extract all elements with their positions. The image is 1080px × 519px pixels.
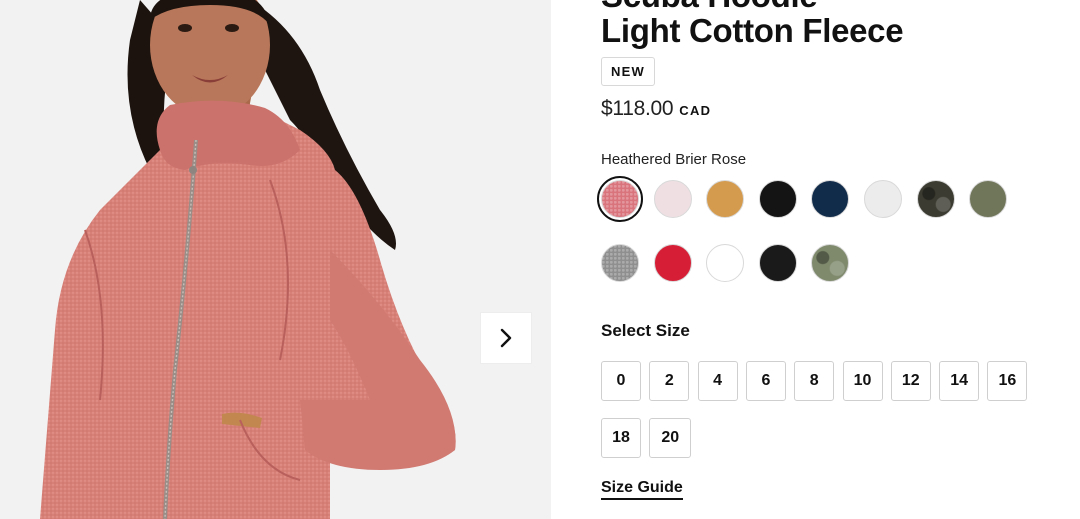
color-swatch-dark-camo[interactable]	[916, 180, 955, 218]
size-option-0[interactable]: 0	[601, 361, 641, 401]
color-swatch-light-pink[interactable]	[653, 180, 692, 218]
chevron-right-icon	[500, 328, 512, 348]
select-size-label: Select Size	[601, 321, 690, 340]
size-option-14[interactable]: 14	[939, 361, 980, 401]
color-swatch-red[interactable]	[653, 244, 692, 282]
product-title: Scuba Hoodie Light Cotton Fleece	[601, 0, 904, 49]
selected-color-name: Heathered Brier Rose	[601, 151, 747, 168]
color-swatch-black-2[interactable]	[758, 244, 797, 282]
color-swatch-heathered-grey[interactable]	[601, 244, 639, 282]
size-option-8[interactable]: 8	[794, 361, 835, 401]
color-swatch-olive[interactable]	[969, 180, 1008, 218]
size-option-6[interactable]: 6	[745, 361, 786, 401]
price: $118.00 CAD	[601, 97, 711, 121]
new-badge: NEW	[601, 57, 655, 86]
color-swatch-heathered-brier-rose[interactable]	[597, 176, 643, 222]
color-swatch-black[interactable]	[758, 180, 797, 218]
next-image-button[interactable]	[481, 313, 531, 363]
color-swatch-light-grey[interactable]	[864, 180, 902, 218]
color-swatch-green-camo[interactable]	[811, 244, 850, 282]
price-currency: CAD	[679, 103, 712, 118]
size-option-16[interactable]: 16	[987, 361, 1028, 401]
color-swatch-white[interactable]	[706, 244, 745, 282]
size-option-20[interactable]: 20	[649, 418, 692, 458]
size-option-12[interactable]: 12	[890, 361, 931, 401]
size-option-4[interactable]: 4	[697, 361, 738, 401]
size-option-18[interactable]: 18	[601, 418, 641, 458]
product-title-line2: Light Cotton Fleece	[601, 12, 904, 49]
price-value: $118.00	[601, 97, 674, 120]
color-swatch-amber[interactable]	[706, 180, 745, 218]
product-image-gallery	[0, 0, 551, 519]
color-swatch-navy[interactable]	[811, 180, 850, 218]
size-option-10[interactable]: 10	[842, 361, 883, 401]
size-option-2[interactable]: 2	[649, 361, 690, 401]
product-details-panel: Scuba Hoodie Light Cotton Fleece NEW $11…	[597, 0, 1071, 519]
size-guide-link[interactable]: Size Guide	[601, 478, 683, 500]
product-photo	[40, 0, 456, 519]
